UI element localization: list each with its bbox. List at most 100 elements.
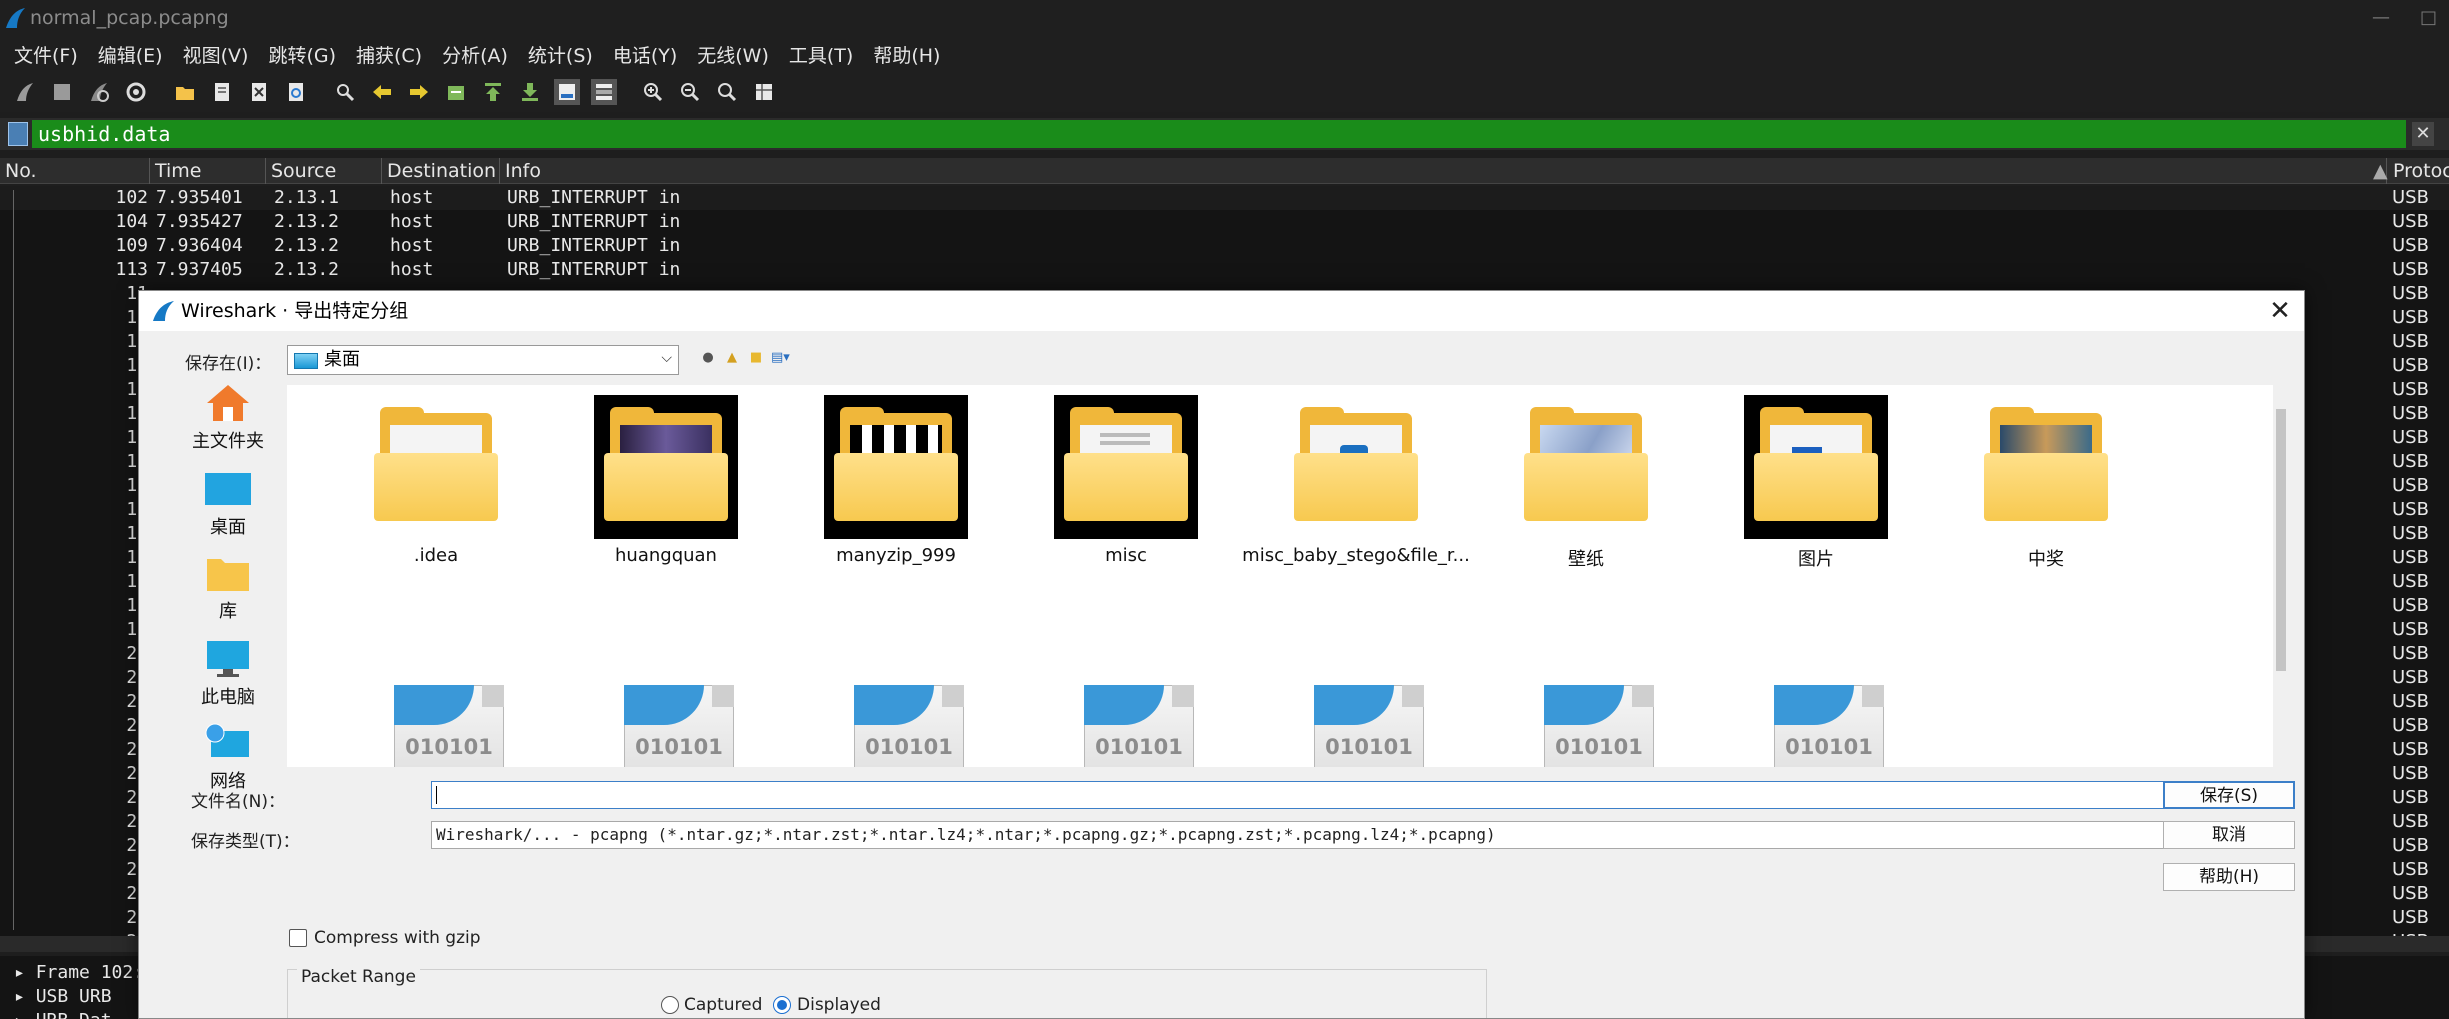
- colorize-icon[interactable]: [591, 79, 617, 105]
- view-menu-icon[interactable]: ▤▾: [771, 349, 790, 367]
- place-library[interactable]: 库: [153, 553, 303, 633]
- packet-protocol: USB: [2392, 907, 2429, 928]
- folder-item[interactable]: 壁纸: [1459, 395, 1689, 575]
- stop-capture-icon[interactable]: [49, 79, 75, 105]
- column-no[interactable]: No.: [0, 158, 150, 184]
- packet-row[interactable]: 109 7.936404 2.13.2 host URB_INTERRUPT in USB: [0, 234, 2449, 258]
- capture-options-icon[interactable]: [123, 79, 149, 105]
- reload-file-icon[interactable]: [283, 79, 309, 105]
- home-icon: [207, 385, 249, 421]
- filetype-select[interactable]: Wireshark/... - pcapng (*.ntar.gz;*.ntar…: [431, 821, 2273, 849]
- zoom-out-icon[interactable]: [677, 79, 703, 105]
- place-home[interactable]: 主文件夹: [153, 383, 303, 463]
- folder-item[interactable]: 中奖: [1919, 395, 2149, 575]
- go-first-icon[interactable]: [480, 79, 506, 105]
- go-last-icon[interactable]: [517, 79, 543, 105]
- column-info[interactable]: Info: [500, 158, 2387, 184]
- binary-file-item[interactable]: 010101: [1459, 685, 1689, 767]
- save-in-value: 桌面: [324, 349, 360, 370]
- menu-capture[interactable]: 捕获(C): [356, 41, 422, 68]
- column-source[interactable]: Source: [266, 158, 382, 184]
- find-packet-icon[interactable]: [332, 79, 358, 105]
- filename-input[interactable]: ⌵: [431, 781, 2273, 809]
- file-list[interactable]: .idea huangquan manyzip_999 misc misc_ba…: [287, 385, 2273, 767]
- binary-file-item[interactable]: 010101: [999, 685, 1229, 767]
- packet-protocol: USB: [2392, 835, 2429, 856]
- packet-no: 12: [0, 330, 148, 354]
- menu-edit[interactable]: 编辑(E): [98, 41, 163, 68]
- packet-no: 16: [0, 402, 148, 426]
- close-file-icon[interactable]: [246, 79, 272, 105]
- displayed-radio[interactable]: [773, 996, 791, 1014]
- help-button[interactable]: 帮助(H): [2163, 863, 2295, 891]
- binary-file-icon: 010101: [364, 685, 508, 767]
- folder-item[interactable]: 图片: [1689, 395, 1919, 575]
- dialog-close-button[interactable]: ✕: [2264, 295, 2296, 327]
- menu-help[interactable]: 帮助(H): [873, 41, 940, 68]
- restart-capture-icon[interactable]: [86, 79, 112, 105]
- column-protocol[interactable]: Protoc: [2388, 158, 2449, 184]
- packet-row[interactable]: 113 7.937405 2.13.2 host URB_INTERRUPT in USB: [0, 258, 2449, 282]
- detail-row-frame[interactable]: ▸ Frame 102:: [14, 962, 144, 983]
- place-this-pc[interactable]: 此电脑: [153, 639, 303, 719]
- autoscroll-icon[interactable]: [554, 79, 580, 105]
- open-file-icon[interactable]: [172, 79, 198, 105]
- menu-go[interactable]: 跳转(G): [268, 41, 336, 68]
- cancel-button[interactable]: 取消: [2163, 821, 2295, 849]
- clear-filter-icon[interactable]: ✕: [2412, 122, 2434, 146]
- folder-item[interactable]: .idea: [309, 395, 539, 575]
- captured-radio[interactable]: [661, 996, 679, 1014]
- place-desktop[interactable]: 桌面: [153, 469, 303, 549]
- menu-wireless[interactable]: 无线(W): [697, 41, 769, 68]
- packet-no: 19: [0, 594, 148, 618]
- save-button[interactable]: 保存(S): [2163, 781, 2295, 809]
- packet-row[interactable]: 102 7.935401 2.13.1 host URB_INTERRUPT in USB: [0, 186, 2449, 210]
- column-time[interactable]: Time: [150, 158, 266, 184]
- folder-icon: [824, 395, 968, 539]
- go-back-icon[interactable]: [369, 79, 395, 105]
- packet-info: URB_INTERRUPT in: [507, 211, 681, 232]
- start-capture-icon[interactable]: [12, 79, 38, 105]
- new-folder-icon[interactable]: ■: [747, 349, 765, 367]
- detail-row-urb-data[interactable]: ▸ URB Dat: [14, 1010, 112, 1019]
- detail-row-usb-urb[interactable]: ▸ USB URB: [14, 986, 112, 1007]
- binary-file-item[interactable]: 010101: [309, 685, 539, 767]
- save-file-icon[interactable]: [209, 79, 235, 105]
- display-filter-input[interactable]: usbhid.data: [32, 120, 2406, 148]
- menu-file[interactable]: 文件(F): [14, 41, 78, 68]
- folder-item[interactable]: huangquan: [539, 395, 769, 575]
- packet-row[interactable]: 104 7.935427 2.13.2 host URB_INTERRUPT in USB: [0, 210, 2449, 234]
- menu-tools[interactable]: 工具(T): [789, 41, 853, 68]
- column-destination[interactable]: Destination: [382, 158, 500, 184]
- compress-gzip-checkbox[interactable]: [289, 929, 307, 947]
- resize-columns-icon[interactable]: [751, 79, 777, 105]
- folder-item[interactable]: misc: [999, 395, 1229, 575]
- minimize-button[interactable]: —: [2372, 0, 2390, 36]
- scrollbar-thumb[interactable]: [2276, 409, 2286, 671]
- binary-file-item[interactable]: 010101: [1229, 685, 1459, 767]
- back-icon[interactable]: ●: [699, 349, 717, 367]
- save-in-combo[interactable]: 桌面 ⌵: [287, 345, 679, 375]
- packet-no: 17: [0, 474, 148, 498]
- packet-protocol: USB: [2392, 883, 2429, 904]
- filter-bookmark-icon[interactable]: [8, 122, 28, 146]
- binary-file-item[interactable]: 010101: [1689, 685, 1919, 767]
- menu-analyze[interactable]: 分析(A): [442, 41, 508, 68]
- folder-item[interactable]: misc_baby_stego&file_r...: [1229, 395, 1470, 575]
- packet-protocol: USB: [2392, 523, 2429, 544]
- up-folder-icon[interactable]: ▲: [723, 349, 741, 367]
- zoom-in-icon[interactable]: [640, 79, 666, 105]
- binary-file-item[interactable]: 010101: [539, 685, 769, 767]
- go-forward-icon[interactable]: [406, 79, 432, 105]
- packet-source: 2.13.2: [274, 211, 340, 232]
- binary-file-item[interactable]: 010101: [769, 685, 999, 767]
- menu-statistics[interactable]: 统计(S): [528, 41, 593, 68]
- menu-telephony[interactable]: 电话(Y): [613, 41, 677, 68]
- folder-item[interactable]: manyzip_999: [769, 395, 999, 575]
- file-list-scrollbar[interactable]: [2273, 385, 2289, 767]
- wireshark-fin-icon: [153, 301, 174, 321]
- zoom-normal-icon[interactable]: [714, 79, 740, 105]
- maximize-button[interactable]: □: [2420, 0, 2437, 36]
- menu-view[interactable]: 视图(V): [183, 41, 249, 68]
- go-to-packet-icon[interactable]: [443, 79, 469, 105]
